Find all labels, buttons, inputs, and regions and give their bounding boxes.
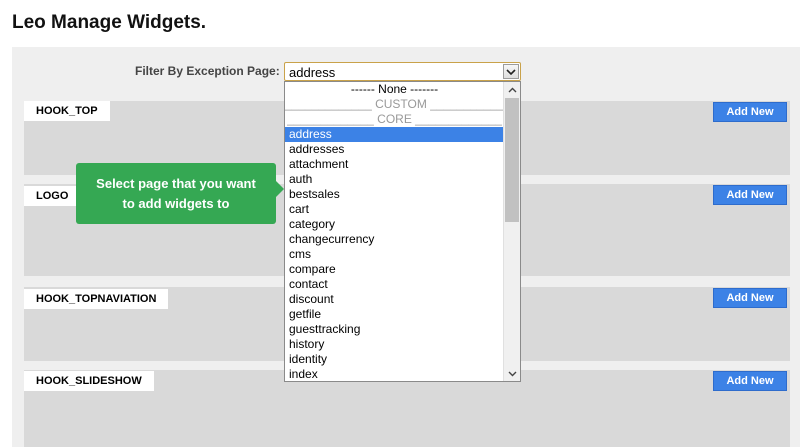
dropdown-option[interactable]: discount	[285, 292, 504, 307]
dropdown-option[interactable]: attachment	[285, 157, 504, 172]
help-tooltip: Select page that you want to add widgets…	[76, 163, 284, 224]
dropdown-option[interactable]: contact	[285, 277, 504, 292]
dropdown-option[interactable]: getfile	[285, 307, 504, 322]
chevron-down-icon[interactable]	[503, 64, 519, 79]
filter-label: Filter By Exception Page:	[135, 64, 280, 78]
add-new-button[interactable]: Add New	[713, 288, 787, 308]
dropdown-option[interactable]: ------ None -------	[285, 82, 504, 97]
dropdown-option[interactable]: auth	[285, 172, 504, 187]
dropdown-option-selected[interactable]: address	[285, 127, 504, 142]
dropdown-group-custom: _____________ CUSTOM _____________	[285, 97, 517, 111]
dropdown-option[interactable]: category	[285, 217, 504, 232]
tooltip-line: to add widgets to	[122, 195, 230, 211]
exception-page-dropdown[interactable]: ------ None ------- _____________ CUSTOM…	[284, 81, 521, 382]
dropdown-option[interactable]: compare	[285, 262, 504, 277]
dropdown-option[interactable]: identity	[285, 352, 504, 367]
hook-label: HOOK_SLIDESHOW	[24, 371, 154, 391]
hook-label: HOOK_TOP	[24, 101, 110, 121]
add-new-button[interactable]: Add New	[713, 185, 787, 205]
hook-label: HOOK_TOPNAVIATION	[24, 289, 169, 309]
dropdown-option[interactable]: guesttracking	[285, 322, 504, 337]
tooltip-line: Select page that you want	[96, 175, 256, 191]
add-new-button[interactable]: Add New	[713, 371, 787, 391]
dropdown-group-core: _____________ CORE _____________	[287, 112, 502, 126]
chevron-up-icon[interactable]	[504, 82, 520, 97]
dropdown-option[interactable]: cart	[285, 202, 504, 217]
chevron-down-icon[interactable]	[504, 366, 520, 381]
dropdown-option[interactable]: changecurrency	[285, 232, 504, 247]
dropdown-option[interactable]: index	[285, 367, 504, 381]
add-new-button[interactable]: Add New	[713, 102, 787, 122]
dropdown-option[interactable]: addresses	[285, 142, 504, 157]
page-title: Leo Manage Widgets.	[12, 12, 207, 33]
dropdown-scrollbar[interactable]	[503, 82, 520, 381]
scroll-thumb[interactable]	[505, 98, 519, 222]
dropdown-option[interactable]: bestsales	[285, 187, 504, 202]
select-value: address	[289, 65, 336, 80]
dropdown-option[interactable]: history	[285, 337, 504, 352]
dropdown-list: ------ None ------- _____________ CUSTOM…	[285, 82, 517, 381]
tooltip-arrow	[276, 181, 284, 197]
dropdown-option[interactable]: cms	[285, 247, 504, 262]
hook-label: LOGO	[24, 186, 81, 206]
exception-page-select[interactable]: address	[284, 62, 521, 81]
